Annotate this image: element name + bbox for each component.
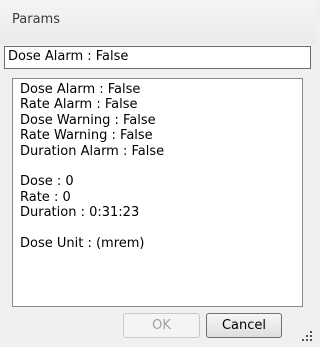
- dose-alarm-line: Dose Alarm : False: [20, 82, 141, 97]
- readout-spacer: [20, 159, 302, 174]
- resize-grip-icon[interactable]: [300, 329, 312, 341]
- ok-button[interactable]: OK: [123, 313, 200, 338]
- dose-line: Dose : 0: [20, 174, 74, 190]
- cancel-button[interactable]: Cancel: [206, 313, 282, 338]
- duration-alarm-line: Duration Alarm : False: [20, 143, 165, 159]
- window-title: Params: [12, 12, 60, 27]
- duration-line: Duration : 0:31:23: [20, 205, 140, 221]
- summary-field[interactable]: Dose Alarm : False: [4, 46, 311, 69]
- rate-alarm-line: Rate Alarm : False: [20, 97, 138, 113]
- params-dialog: Params Dose Alarm : False Dose Alarm : F…: [0, 0, 316, 347]
- dose-unit-line: Dose Unit : (mrem): [20, 235, 145, 251]
- readout-spacer: [20, 221, 302, 236]
- title-bar: Params: [0, 0, 316, 44]
- readout-panel[interactable]: Dose Alarm : False Rate Alarm : False Do…: [12, 78, 303, 307]
- rate-line: Rate : 0: [20, 189, 71, 205]
- rate-warning-line: Rate Warning : False: [20, 128, 153, 144]
- dose-warning-line: Dose Warning : False: [20, 112, 156, 128]
